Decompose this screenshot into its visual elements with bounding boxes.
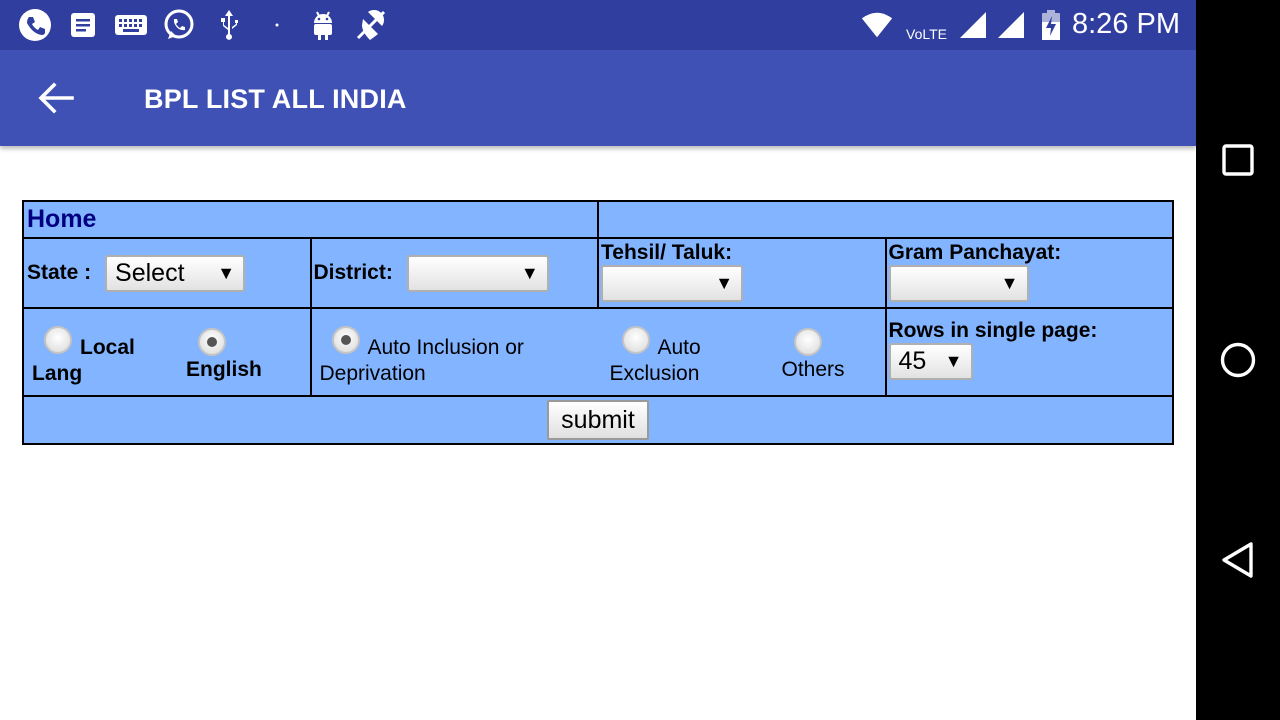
rows-per-page-label: Rows in single page: bbox=[888, 319, 1098, 342]
submit-button[interactable]: submit bbox=[547, 400, 649, 440]
state-select[interactable]: Select ▼ bbox=[105, 254, 246, 292]
dot-icon bbox=[260, 8, 294, 42]
district-select[interactable]: ▼ bbox=[406, 254, 549, 292]
home-nav-button[interactable] bbox=[1214, 336, 1262, 384]
state-selected-value: Select bbox=[115, 258, 185, 287]
dropdown-arrow-icon: ▼ bbox=[944, 351, 963, 371]
gram-panchayat-label: Gram Panchayat: bbox=[888, 241, 1062, 264]
language-cell: Local Lang English bbox=[22, 307, 312, 397]
signal-icon bbox=[994, 8, 1028, 42]
back-nav-button[interactable] bbox=[1214, 536, 1262, 584]
english-label: English bbox=[186, 358, 262, 381]
recent-apps-icon bbox=[1222, 144, 1254, 176]
app-bar: BPL LIST ALL INDIA bbox=[0, 50, 1196, 146]
rows-per-page-cell: Rows in single page: 45 ▼ bbox=[884, 307, 1174, 397]
local-lang-label-line1: Local bbox=[80, 336, 135, 359]
rows-per-page-select[interactable]: 45 ▼ bbox=[888, 343, 973, 380]
rows-per-page-value: 45 bbox=[898, 347, 927, 375]
tehsil-cell: Tehsil/ Taluk: ▼ bbox=[597, 237, 887, 309]
others-radio[interactable] bbox=[793, 328, 822, 356]
category-cell: Auto Inclusion or Deprivation Auto Exclu… bbox=[309, 307, 887, 397]
back-button[interactable] bbox=[28, 74, 84, 122]
home-icon bbox=[1220, 342, 1256, 378]
status-bar: VoLTE 8:26 PM bbox=[0, 0, 1196, 50]
wifi-icon bbox=[860, 8, 894, 42]
screen: VoLTE 8:26 PM BPL LIST ALL INDIA Home St… bbox=[0, 0, 1196, 720]
usb-icon bbox=[212, 8, 246, 42]
back-icon bbox=[1222, 542, 1253, 578]
auto-inclusion-radio[interactable] bbox=[331, 326, 360, 354]
english-radio[interactable] bbox=[198, 328, 226, 356]
auto-inclusion-label-line2: Deprivation bbox=[319, 362, 426, 385]
auto-exclusion-radio[interactable] bbox=[621, 326, 650, 354]
auto-inclusion-label-line1: Auto Inclusion or bbox=[367, 336, 524, 359]
whatsapp-icon bbox=[162, 8, 196, 42]
signal-icon bbox=[956, 8, 990, 42]
network-label: VoLTE bbox=[906, 26, 947, 42]
gram-panchayat-select[interactable]: ▼ bbox=[888, 265, 1029, 302]
dropdown-arrow-icon: ▼ bbox=[520, 262, 539, 283]
navigation-bar bbox=[1196, 0, 1280, 720]
notes-icon bbox=[66, 8, 100, 42]
state-label: State : bbox=[27, 260, 92, 284]
header-blank-cell bbox=[597, 200, 1174, 239]
tehsil-label: Tehsil/ Taluk: bbox=[601, 241, 733, 264]
arrow-back-icon bbox=[38, 82, 74, 114]
dropdown-arrow-icon: ▼ bbox=[715, 273, 734, 293]
submit-cell: submit bbox=[22, 395, 1174, 445]
district-cell: District: ▼ bbox=[309, 237, 600, 309]
no-location-icon bbox=[354, 8, 388, 42]
home-link[interactable]: Home bbox=[27, 205, 96, 233]
auto-exclusion-label-line2: Exclusion bbox=[609, 362, 700, 385]
recent-apps-button[interactable] bbox=[1214, 136, 1262, 184]
clock: 8:26 PM bbox=[1072, 8, 1180, 40]
keyboard-icon bbox=[114, 8, 148, 42]
gram-panchayat-cell: Gram Panchayat: ▼ bbox=[884, 237, 1174, 309]
tehsil-select[interactable]: ▼ bbox=[601, 265, 744, 302]
android-icon bbox=[306, 8, 340, 42]
others-label: Others bbox=[781, 358, 845, 381]
local-lang-label-line2: Lang bbox=[32, 362, 83, 385]
phone-icon bbox=[18, 8, 52, 42]
state-cell: State : Select ▼ bbox=[22, 237, 312, 309]
dropdown-arrow-icon: ▼ bbox=[1000, 273, 1019, 293]
home-cell: Home bbox=[21, 200, 600, 239]
page-title: BPL LIST ALL INDIA bbox=[144, 84, 407, 114]
local-lang-radio[interactable] bbox=[44, 326, 72, 354]
auto-exclusion-label-line1: Auto bbox=[657, 336, 701, 359]
battery-charging-icon bbox=[1034, 8, 1068, 42]
search-form: Home State : Select ▼ District: ▼ Tehsil bbox=[21, 200, 1174, 445]
district-label: District: bbox=[313, 260, 393, 284]
dropdown-arrow-icon: ▼ bbox=[217, 262, 236, 283]
